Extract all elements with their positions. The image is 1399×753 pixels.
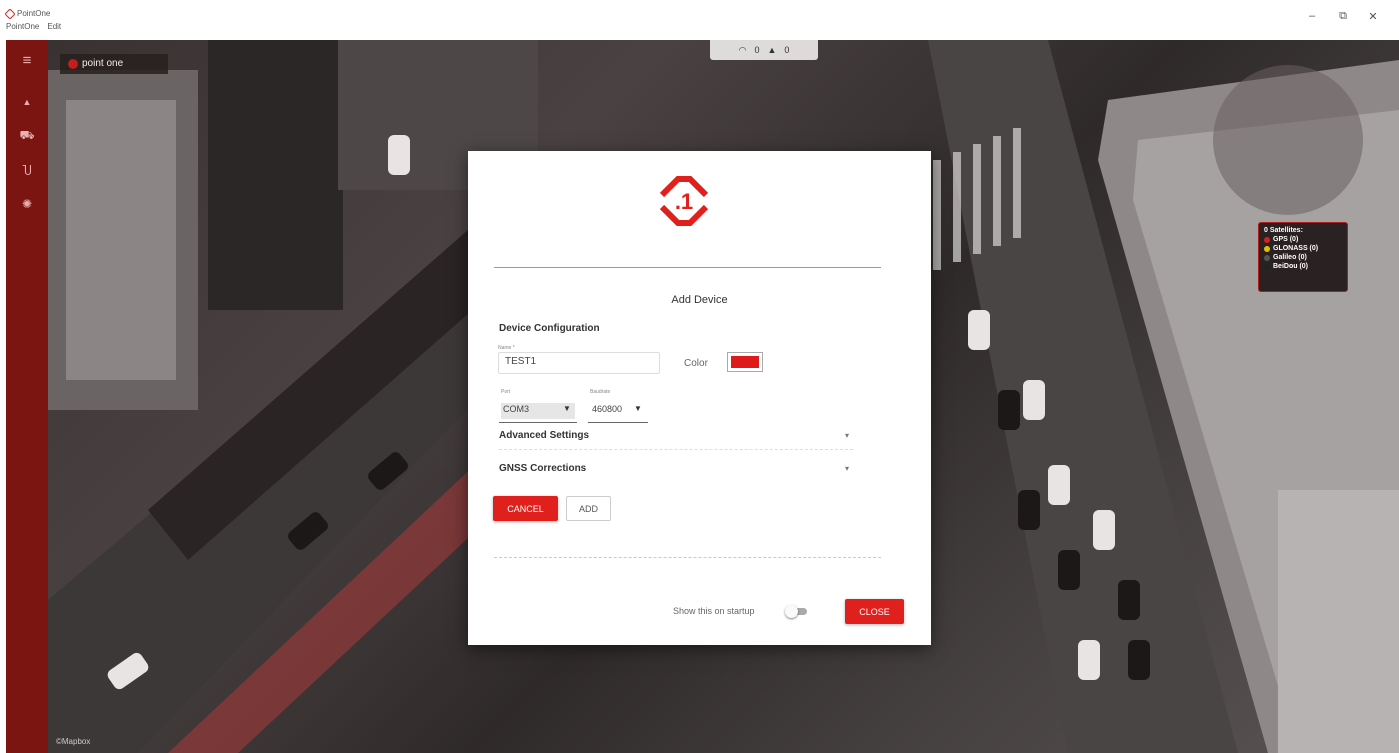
wifi-icon: ◠ — [738, 44, 747, 55]
top-status-bar: ◠ 0 ▲ 0 — [710, 40, 818, 60]
color-swatch-fill — [731, 356, 759, 368]
galileo-dot-icon — [1264, 254, 1270, 261]
building-left-inner — [66, 100, 176, 380]
baudrate-value[interactable]: 460800 — [590, 403, 624, 419]
antenna-icon[interactable]: Ⴎ — [6, 164, 48, 178]
advanced-settings-label: Advanced Settings — [499, 430, 590, 441]
add-button[interactable]: ADD — [566, 496, 611, 521]
brand-chip: point one — [60, 54, 168, 74]
bell-count: 0 — [784, 45, 790, 55]
cancel-button[interactable]: CANCEL — [493, 496, 558, 521]
menubar: PointOne Edit — [6, 22, 61, 31]
accuracy-circle — [1213, 65, 1363, 215]
maximize-button[interactable]: ⧉ — [1334, 10, 1352, 23]
map-attribution[interactable]: ©Mapbox — [56, 737, 90, 746]
legend-row-gps: GPS (0) — [1264, 236, 1342, 243]
close-window-button[interactable]: ✕ — [1364, 10, 1382, 23]
show-on-startup-label: Show this on startup — [673, 606, 755, 616]
navigation-icon[interactable]: ▲ — [6, 95, 48, 109]
satellite-legend-title: 0 Satellites: — [1264, 227, 1303, 234]
chevron-down-icon: ▼ — [634, 404, 642, 413]
color-label: Color — [684, 358, 708, 369]
divider-bottom — [494, 557, 881, 558]
advanced-settings-accordion[interactable]: Advanced Settings ▾ — [499, 430, 853, 450]
app-title: PointOne — [4, 7, 51, 20]
device-name-label: Name * — [498, 345, 515, 351]
add-device-dialog: .1 Add Device Device Configuration Name … — [468, 151, 931, 645]
gnss-corrections-label: GNSS Corrections — [499, 463, 587, 474]
app-logo-icon — [4, 7, 16, 20]
device-configuration-heading: Device Configuration — [499, 323, 600, 334]
baudrate-select[interactable]: Baudrate 460800 ▼ — [588, 389, 648, 423]
settings-icon[interactable]: ✺ — [6, 197, 48, 211]
color-picker[interactable] — [727, 352, 763, 372]
menu-icon[interactable]: ≡ — [6, 53, 48, 68]
legend-row-beidou: BeiDou (0) — [1264, 263, 1342, 270]
glonass-dot-icon — [1264, 245, 1270, 252]
legend-row-glonass: GLONASS (0) — [1264, 245, 1342, 252]
port-underline — [499, 422, 577, 423]
device-name-input[interactable]: TEST1 — [498, 352, 660, 374]
chevron-down-icon: ▼ — [563, 404, 571, 413]
pointone-logo-icon: .1 — [648, 171, 720, 231]
building-right-annex — [1278, 490, 1399, 753]
toggle-knob — [785, 605, 798, 618]
minimize-button[interactable]: – — [1303, 10, 1321, 22]
app-title-text: PointOne — [17, 9, 51, 18]
wifi-count: 0 — [754, 45, 760, 55]
legend-row-galileo: Galileo (0) — [1264, 254, 1342, 261]
car-icon[interactable]: ⛟ — [6, 128, 48, 142]
satellite-legend: 0 Satellites: GPS (0) GLONASS (0) Galile… — [1258, 222, 1348, 292]
gnss-corrections-accordion[interactable]: GNSS Corrections ▾ — [499, 463, 853, 483]
port-label: Port — [501, 389, 511, 395]
legend-label-beidou: BeiDou (0) — [1273, 263, 1308, 270]
show-on-startup-toggle[interactable] — [785, 605, 809, 618]
menu-item-pointone[interactable]: PointOne — [6, 22, 39, 31]
legend-label-galileo: Galileo (0) — [1273, 254, 1307, 261]
legend-label-gps: GPS (0) — [1273, 236, 1299, 243]
brand-chip-text: point one — [82, 58, 124, 69]
bell-icon: ▲ — [767, 45, 777, 55]
advanced-settings-divider — [499, 449, 853, 450]
dialog-title: Add Device — [671, 294, 728, 306]
window-titlebar: PointOne PointOne Edit – ⧉ ✕ — [0, 0, 1399, 40]
baudrate-underline — [588, 422, 648, 423]
beidou-dot-icon — [1264, 263, 1270, 270]
baudrate-label: Baudrate — [590, 389, 611, 395]
sidebar: ≡ ▲ ⛟ Ⴎ ✺ — [6, 40, 48, 753]
chevron-down-icon: ▾ — [844, 431, 849, 440]
pointone-logo-icon — [68, 59, 78, 69]
building-left-shadow — [208, 40, 343, 310]
menu-item-edit[interactable]: Edit — [47, 22, 61, 31]
gps-dot-icon — [1264, 236, 1270, 243]
legend-label-glonass: GLONASS (0) — [1273, 245, 1319, 252]
divider-top — [494, 267, 881, 268]
port-select[interactable]: Port COM3 ▼ — [499, 389, 577, 423]
chevron-down-icon: ▾ — [844, 464, 849, 473]
svg-text:.1: .1 — [675, 189, 693, 214]
close-button[interactable]: CLOSE — [845, 599, 904, 624]
